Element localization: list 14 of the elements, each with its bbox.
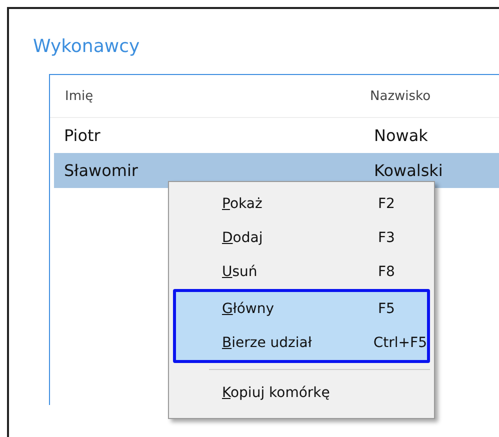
table-row[interactable]: Piotr Nowak [54,118,499,153]
table-cell: Nowak [374,126,428,145]
window-title: Wykonawcy [33,36,140,57]
table-cell-text: Piotr [63,126,102,145]
menu-item[interactable]: Usuń F8 [169,255,434,289]
column-header[interactable]: Nazwisko [370,88,431,104]
menu-item[interactable]: Kopiuj komórkę [169,376,434,410]
menu-item[interactable]: Pokaż F2 [169,187,434,221]
column-header[interactable]: Imię [50,88,370,104]
table-cell-text: Sławomir [63,161,139,180]
menu-item[interactable]: Główny F5 [176,292,427,326]
menu-item[interactable]: Dodaj F3 [169,221,434,255]
table-cell: Kowalski [374,161,443,180]
menu-item[interactable]: Bierze udział Ctrl+F5 [176,326,427,360]
